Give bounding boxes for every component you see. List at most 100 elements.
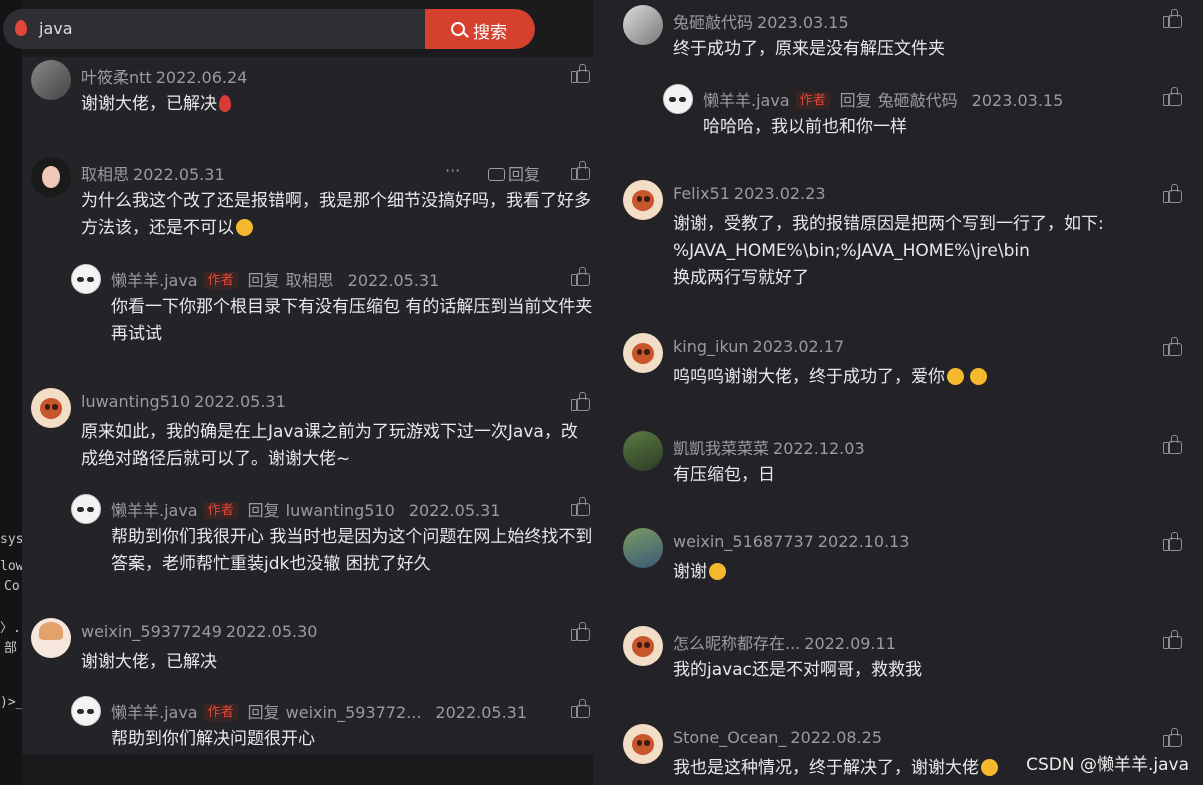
comment-text: 帮助到你们我很开心 我当时也是因为这个问题在网上始终找不到答案，老师帮忙重装jd… <box>111 527 593 574</box>
username[interactable]: 懒羊羊.java <box>111 703 198 722</box>
thumbs-up-icon[interactable] <box>571 497 590 516</box>
username[interactable]: weixin_59377249 <box>81 622 222 641</box>
avatar[interactable] <box>623 626 663 666</box>
comment-text: 呜呜呜谢谢大佬，终于成功了，爱你 <box>673 364 987 391</box>
username[interactable]: 凱凱我菜菜菜 <box>673 439 769 458</box>
reply-meta: 懒羊羊.java 作者 回复 兔砸敲代码 2023.03.15 <box>703 91 1064 110</box>
reply-meta: 懒羊羊.java 作者 回复 weixin_593772... 2022.05.31 <box>111 703 528 722</box>
username[interactable]: 怎么昵称都存在... <box>673 634 800 653</box>
reply-target[interactable]: 兔砸敲代码 <box>878 91 958 110</box>
terminal-text: Co <box>4 579 20 594</box>
comment-meta: 怎么昵称都存在... 2022.09.11 <box>673 630 896 654</box>
avatar[interactable] <box>31 388 71 428</box>
comment-date: 2022.05.31 <box>133 165 225 184</box>
avatar[interactable] <box>31 618 71 658</box>
background-terminal <box>0 0 22 785</box>
reply-target[interactable]: 取相思 <box>286 271 334 290</box>
comment-text: 我的javac还是不对啊哥，救救我 <box>673 660 922 680</box>
author-badge: 作者 <box>795 92 830 109</box>
comment-date: 2022.12.03 <box>773 439 865 458</box>
thumbs-up-icon[interactable] <box>1163 435 1182 454</box>
heart-eyes-emoji-icon <box>981 759 998 776</box>
thumbs-up-icon[interactable] <box>1163 184 1182 203</box>
username[interactable]: Stone_Ocean_ <box>673 728 786 747</box>
comment-meta: Felix51 2023.02.23 <box>673 184 826 203</box>
comment-date: 2022.10.13 <box>817 532 910 551</box>
comment-date: 2023.02.17 <box>752 337 845 356</box>
author-badge: 作者 <box>203 502 238 519</box>
avatar[interactable] <box>623 724 663 764</box>
comment-text: 我也是这种情况，终于解决了，谢谢大佬 <box>673 755 998 782</box>
username[interactable]: 取相思 <box>81 165 129 184</box>
terminal-text: 部 <box>4 641 18 656</box>
heart-eyes-emoji-icon <box>970 368 987 385</box>
comment-text: 谢谢大佬，已解决 <box>81 652 217 672</box>
comment-bubble-icon <box>488 168 505 181</box>
avatar[interactable] <box>31 60 71 100</box>
crying-emoji-icon <box>236 219 253 236</box>
comment-text: 谢谢，受教了，我的报错原因是把两个写到一行了，如下: %JAVA_HOME%\b… <box>673 214 1104 288</box>
terminal-text: sys <box>0 532 24 547</box>
username[interactable]: luwanting510 <box>81 392 190 411</box>
username[interactable]: king_ikun <box>673 337 749 356</box>
avatar[interactable] <box>71 696 101 726</box>
more-icon[interactable]: ··· <box>445 161 460 180</box>
thumbs-up-icon[interactable] <box>1163 337 1182 356</box>
comment-date: 2022.05.31 <box>194 392 286 411</box>
avatar[interactable] <box>623 431 663 471</box>
comment-meta: luwanting510 2022.05.31 <box>81 392 286 411</box>
comment-meta: weixin_59377249 2022.05.30 <box>81 622 317 641</box>
username[interactable]: 懒羊羊.java <box>703 91 790 110</box>
avatar[interactable] <box>623 528 663 568</box>
avatar[interactable] <box>71 494 101 524</box>
comment-date: 2022.05.30 <box>225 622 318 641</box>
comment-text: 谢谢 <box>673 559 726 586</box>
thumbs-up-icon[interactable] <box>571 267 590 286</box>
search-bar[interactable]: java 搜索 <box>3 9 535 49</box>
thumbs-up-icon[interactable] <box>571 161 590 180</box>
author-badge: 作者 <box>203 704 238 721</box>
thumbs-up-icon[interactable] <box>571 622 590 641</box>
comment-date: 2022.08.25 <box>790 728 882 747</box>
avatar[interactable] <box>623 333 663 373</box>
username[interactable]: 兔砸敲代码 <box>673 13 753 32</box>
thumbs-up-icon[interactable] <box>1163 87 1182 106</box>
comment-panel-right: 兔砸敲代码 2023.03.15 终于成功了，原来是没有解压文件夹 懒羊羊.jav… <box>593 0 1203 785</box>
comment-meta: 叶筱柔ntt 2022.06.24 <box>81 64 247 88</box>
thumbs-up-icon[interactable] <box>1163 728 1182 747</box>
comment-date: 2022.06.24 <box>155 68 248 87</box>
search-button[interactable]: 搜索 <box>425 9 535 49</box>
comment-date: 2022.05.31 <box>435 703 528 722</box>
username[interactable]: weixin_51687737 <box>673 532 814 551</box>
username[interactable]: 懒羊羊.java <box>111 501 198 520</box>
fire-icon <box>15 20 27 36</box>
reply-meta: 懒羊羊.java 作者 回复 取相思 2022.05.31 <box>111 271 440 290</box>
reply-button[interactable]: 回复 <box>488 161 540 185</box>
comment-text: 谢谢大佬，已解决 <box>81 91 231 118</box>
username[interactable]: Felix51 <box>673 184 730 203</box>
reply-target[interactable]: weixin_593772... <box>286 703 422 722</box>
comment-date: 2023.02.23 <box>733 184 826 203</box>
avatar[interactable] <box>623 180 663 220</box>
thumbs-up-icon[interactable] <box>1163 630 1182 649</box>
avatar[interactable] <box>663 84 693 114</box>
blush-emoji-icon <box>709 563 726 580</box>
comment-meta: king_ikun 2023.02.17 <box>673 337 844 356</box>
username[interactable]: 叶筱柔ntt <box>81 68 152 87</box>
thumbs-up-icon[interactable] <box>1163 532 1182 551</box>
comment-text: 帮助到你们解决问题很开心 <box>111 729 315 749</box>
search-input[interactable]: java <box>39 19 73 38</box>
thumbs-up-icon[interactable] <box>1163 9 1182 28</box>
avatar[interactable] <box>623 5 663 45</box>
comment-meta: weixin_51687737 2022.10.13 <box>673 532 909 551</box>
reply-target[interactable]: luwanting510 <box>286 501 395 520</box>
thumbs-up-icon[interactable] <box>571 392 590 411</box>
reply-meta: 懒羊羊.java 作者 回复 luwanting510 2022.05.31 <box>111 501 501 520</box>
comment-date: 2022.05.31 <box>347 271 440 290</box>
thumbs-up-icon[interactable] <box>571 64 590 83</box>
username[interactable]: 懒羊羊.java <box>111 271 198 290</box>
avatar[interactable] <box>71 264 101 294</box>
avatar[interactable] <box>31 157 71 197</box>
kiss-emoji-icon <box>947 368 964 385</box>
thumbs-up-icon[interactable] <box>571 699 590 718</box>
